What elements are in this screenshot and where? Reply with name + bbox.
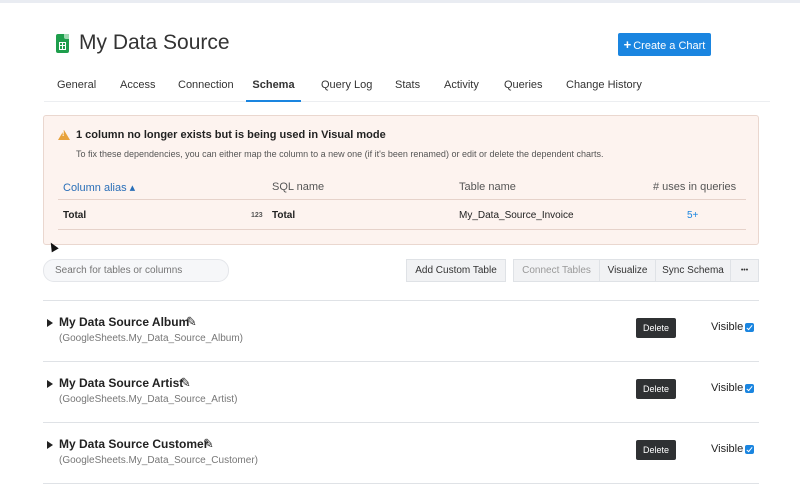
sort-asc-icon: ▴ — [129, 182, 136, 194]
visible-checkbox[interactable] — [745, 384, 754, 393]
more-options-button[interactable]: ••• — [730, 259, 759, 282]
warning-icon — [58, 130, 70, 140]
warning-subtitle: To fix these dependencies, you can eithe… — [76, 149, 604, 159]
expand-triangle-icon[interactable] — [47, 319, 53, 327]
expand-triangle-icon[interactable] — [47, 441, 53, 449]
uses-header: # uses in queries — [653, 181, 737, 193]
list-divider — [43, 483, 759, 484]
tab-query-log[interactable]: Query Log — [321, 72, 372, 102]
tables-list: My Data Source Album ✎ (GoogleSheets.My_… — [43, 300, 759, 483]
warning-title: 1 column no longer exists but is being u… — [76, 129, 386, 141]
tab-bar: General Access Connection Schema Query L… — [44, 72, 770, 102]
column-alias-header[interactable]: Column alias ▴ — [63, 181, 135, 194]
tab-activity[interactable]: Activity — [444, 72, 479, 102]
tab-change-history[interactable]: Change History — [566, 72, 642, 102]
plus-icon: + — [623, 37, 632, 52]
dependency-table: Column alias ▴ SQL name Table name # use… — [58, 176, 746, 230]
delete-button[interactable]: Delete — [636, 379, 676, 399]
column-alias-cell: Total — [63, 210, 87, 221]
pencil-icon[interactable]: ✎ — [180, 375, 191, 391]
dependency-warning-panel: 1 column no longer exists but is being u… — [43, 115, 759, 245]
visible-label: Visible — [711, 321, 744, 333]
pencil-icon[interactable]: ✎ — [203, 436, 214, 452]
top-border — [0, 0, 800, 3]
tab-schema[interactable]: Schema — [246, 72, 301, 102]
pencil-icon[interactable]: ✎ — [186, 314, 197, 330]
tab-access[interactable]: Access — [120, 72, 155, 102]
visible-label: Visible — [711, 443, 744, 455]
numeric-type-icon: 123 — [251, 212, 263, 219]
dependency-row: Total 123 Total My_Data_Source_Invoice 5… — [58, 200, 746, 230]
expand-triangle-icon[interactable] — [47, 380, 53, 388]
table-source: (GoogleSheets.My_Data_Source_Artist) — [59, 394, 238, 405]
tab-general[interactable]: General — [57, 72, 96, 102]
visible-checkbox[interactable] — [745, 445, 754, 454]
search-input[interactable] — [43, 259, 229, 282]
sync-schema-button[interactable]: Sync Schema — [655, 259, 731, 282]
page-title: My Data Source — [79, 31, 230, 54]
visualize-button[interactable]: Visualize — [599, 259, 656, 282]
table-name: My Data Source Customer — [59, 437, 209, 451]
google-sheets-icon — [56, 34, 69, 53]
table-name: My Data Source Album — [59, 315, 190, 329]
tab-queries[interactable]: Queries — [504, 72, 543, 102]
table-source: (GoogleSheets.My_Data_Source_Customer) — [59, 455, 258, 466]
table-row: My Data Source Album ✎ (GoogleSheets.My_… — [43, 300, 759, 361]
table-name-header: Table name — [459, 181, 516, 193]
visible-label: Visible — [711, 382, 744, 394]
table-row: My Data Source Customer ✎ (GoogleSheets.… — [43, 422, 759, 483]
table-name-cell: My_Data_Source_Invoice — [459, 210, 574, 221]
dependency-table-header: Column alias ▴ SQL name Table name # use… — [58, 176, 746, 200]
page-header: My Data Source + Create a Chart — [56, 30, 716, 62]
uses-link[interactable]: 5+ — [687, 210, 698, 221]
tab-stats[interactable]: Stats — [395, 72, 420, 102]
table-name: My Data Source Artist — [59, 376, 184, 390]
delete-button[interactable]: Delete — [636, 318, 676, 338]
add-custom-table-button[interactable]: Add Custom Table — [406, 259, 506, 282]
table-source: (GoogleSheets.My_Data_Source_Album) — [59, 333, 243, 344]
tab-connection[interactable]: Connection — [178, 72, 234, 102]
connect-tables-button[interactable]: Connect Tables — [513, 259, 600, 282]
delete-button[interactable]: Delete — [636, 440, 676, 460]
sql-name-header: SQL name — [272, 181, 325, 193]
table-row: My Data Source Artist ✎ (GoogleSheets.My… — [43, 361, 759, 422]
sql-name-cell: Total — [272, 210, 296, 221]
create-chart-button[interactable]: + Create a Chart — [618, 33, 711, 56]
visible-checkbox[interactable] — [745, 323, 754, 332]
create-chart-label: Create a Chart — [633, 40, 706, 52]
